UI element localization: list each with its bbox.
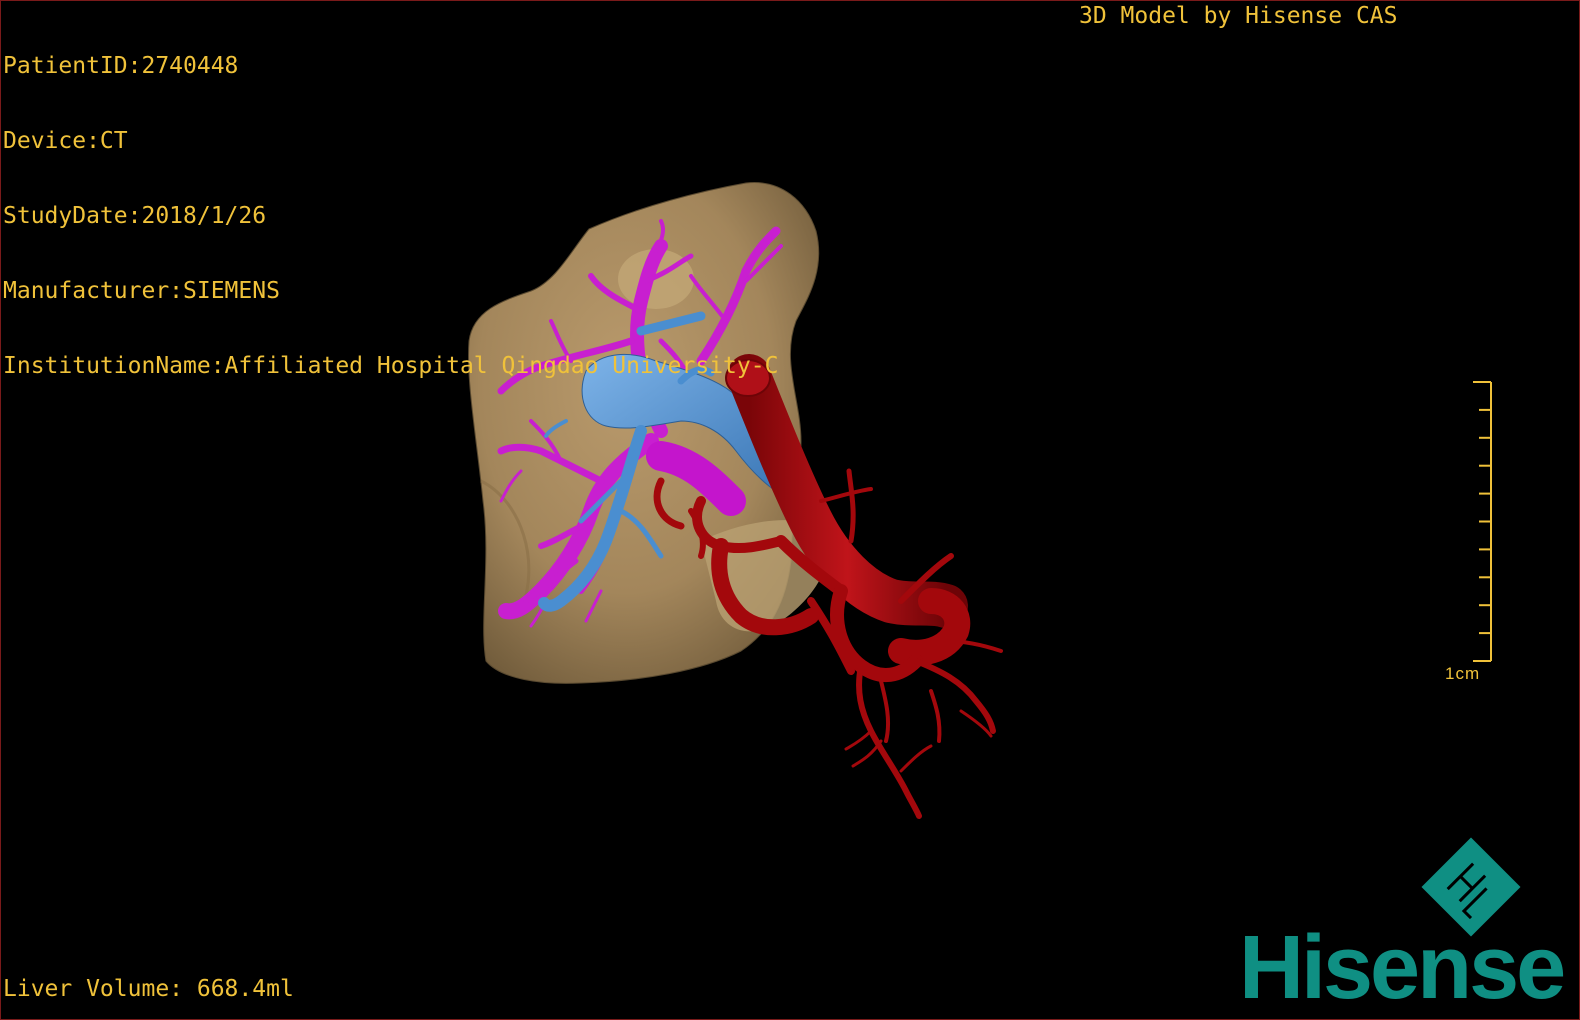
3d-viewport[interactable]: PatientID:2740448 Device:CT StudyDate:20… [0,0,1580,1020]
scale-bar [1473,381,1492,662]
hisense-logo-text: Hisense [1239,918,1566,1018]
study-date: StudyDate:2018/1/26 [3,203,267,229]
device: Device:CT [3,128,128,154]
model-credit: 3D Model by Hisense CAS [1079,3,1398,29]
institution-name: InstitutionName:Affiliated Hospital Qing… [3,353,779,379]
scale-bar-label: 1cm [1445,664,1481,683]
study-info-block: PatientID:2740448 Device:CT StudyDate:20… [3,4,778,429]
manufacturer: Manufacturer:SIEMENS [3,278,280,304]
liver-volume: Liver Volume: 668.4ml [3,976,294,1002]
patient-id: PatientID:2740448 [3,53,239,79]
